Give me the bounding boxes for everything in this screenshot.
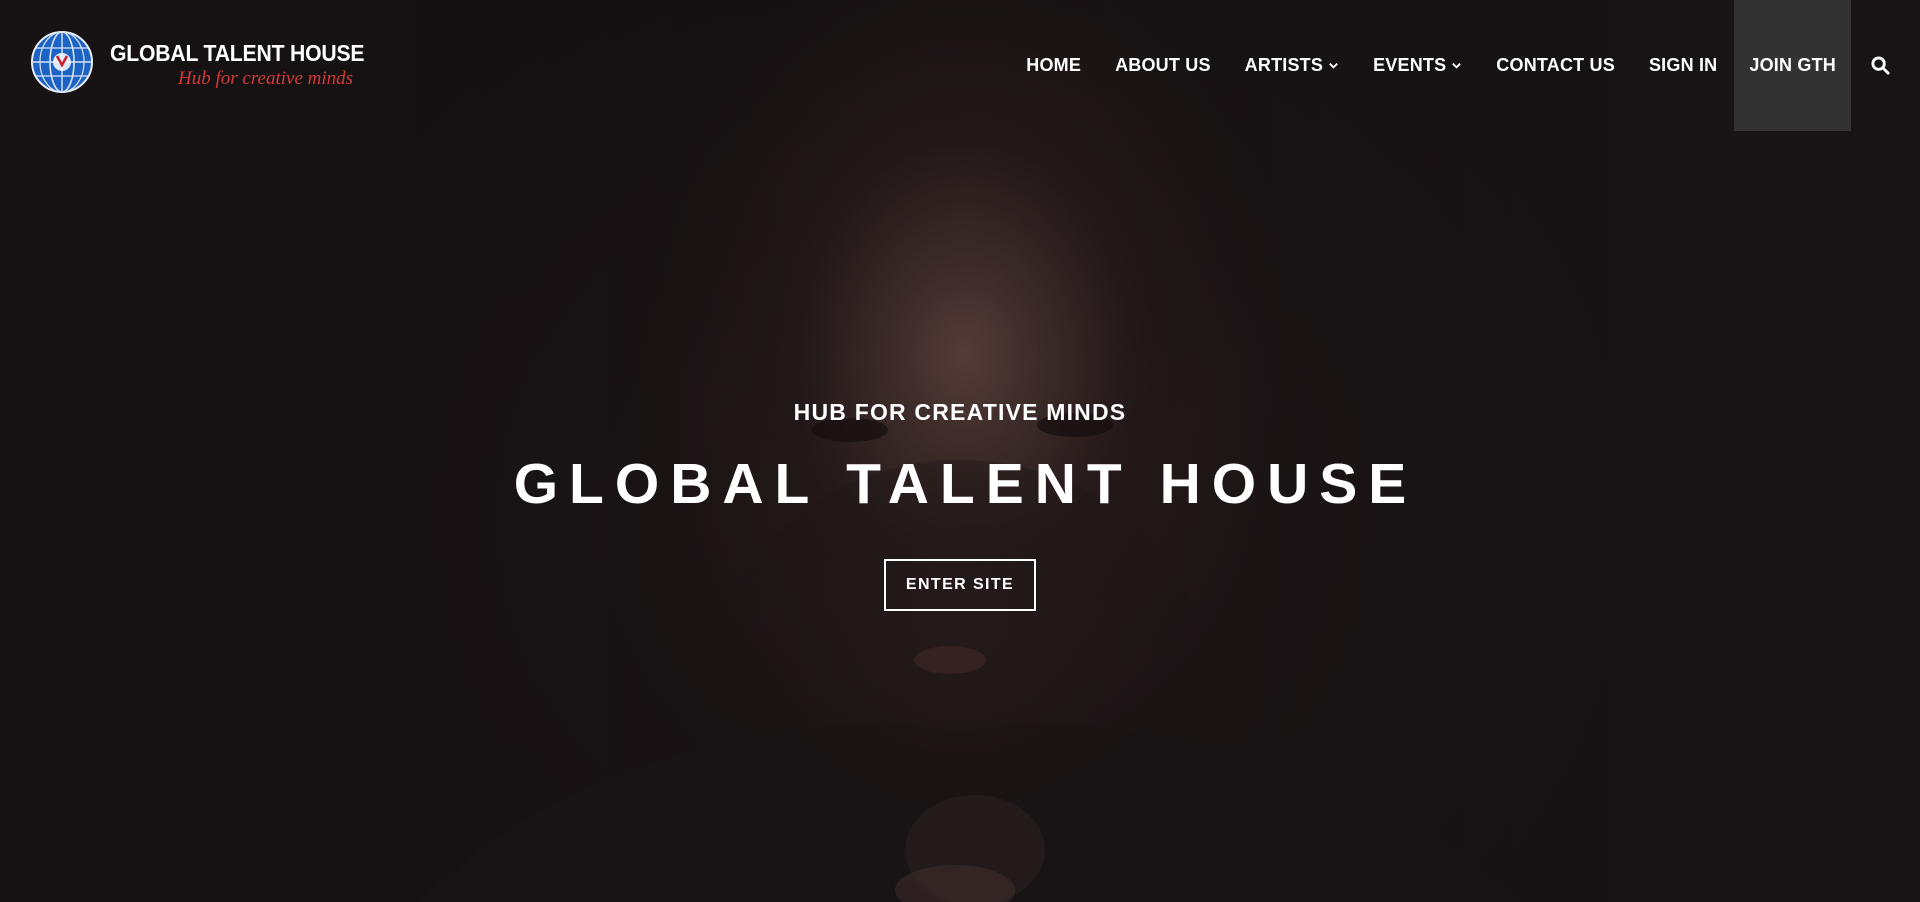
nav-events-label: EVENTS bbox=[1373, 55, 1447, 75]
nav-join-gth[interactable]: JOIN GTH bbox=[1734, 0, 1851, 131]
chevron-down-icon bbox=[1329, 63, 1338, 69]
main-nav: HOME ABOUT US ARTISTS EVENTS CONTACT US … bbox=[1009, 0, 1920, 131]
search-icon bbox=[1871, 56, 1890, 75]
nav-contact-us[interactable]: CONTACT US bbox=[1479, 0, 1632, 131]
hero-content: HUB FOR CREATIVE MINDS GLOBAL TALENT HOU… bbox=[0, 395, 1920, 611]
nav-sign-in[interactable]: SIGN IN bbox=[1632, 0, 1734, 131]
hero-subtitle: HUB FOR CREATIVE MINDS bbox=[793, 399, 1127, 425]
site-header: GLOBAL TALENT HOUSE Hub for creative min… bbox=[0, 0, 1920, 131]
hero-section: GLOBAL TALENT HOUSE Hub for creative min… bbox=[0, 0, 1920, 902]
site-logo[interactable]: GLOBAL TALENT HOUSE Hub for creative min… bbox=[30, 30, 365, 96]
search-button[interactable] bbox=[1851, 0, 1920, 131]
logo-title: GLOBAL TALENT HOUSE bbox=[110, 40, 365, 66]
nav-artists[interactable]: ARTISTS bbox=[1228, 0, 1356, 131]
hero-title: GLOBAL TALENT HOUSE bbox=[513, 452, 1418, 516]
globe-logo-icon bbox=[31, 31, 93, 93]
nav-events[interactable]: EVENTS bbox=[1356, 0, 1479, 131]
chevron-down-icon bbox=[1452, 63, 1462, 69]
nav-artists-label: ARTISTS bbox=[1244, 55, 1324, 75]
enter-site-button[interactable]: ENTER SITE bbox=[884, 559, 1036, 611]
nav-home[interactable]: HOME bbox=[1009, 0, 1098, 131]
nav-about-us[interactable]: ABOUT US bbox=[1098, 0, 1228, 131]
logo-tagline: Hub for creative minds bbox=[178, 68, 354, 89]
